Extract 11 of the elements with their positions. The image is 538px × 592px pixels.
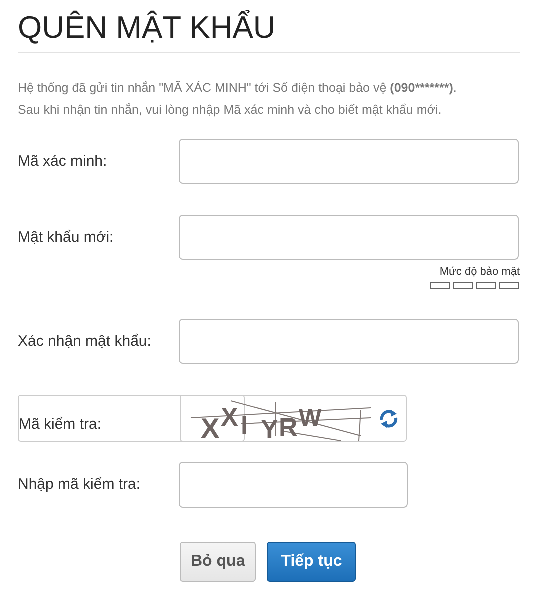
info-text: Hệ thống đã gửi tin nhắn "MÃ XÁC MINH" tới Số điện thoại bảo vệ (090*******). xyxy=(18,80,458,97)
info-text: Sau khi nhận tin nhắn, vui lòng nhập Mã xác minh và cho biết mật khẩu mới. xyxy=(18,102,443,119)
field-label: Xác nhận mật khẩu: xyxy=(18,332,152,350)
strength-label: Mức độ bảo mật xyxy=(440,266,520,278)
field-label: Mật khẩu mới: xyxy=(18,228,115,246)
field-label: Mã kiểm tra: xyxy=(19,415,103,433)
continue-button[interactable]: Tiếp tục xyxy=(267,542,356,582)
field-label: Mã xác minh: xyxy=(18,152,108,170)
skip-button[interactable]: Bỏ qua xyxy=(180,542,256,582)
field-label: Nhập mã kiểm tra: xyxy=(18,475,142,493)
page-title: QUÊN MẬT KHẨU xyxy=(18,9,277,47)
